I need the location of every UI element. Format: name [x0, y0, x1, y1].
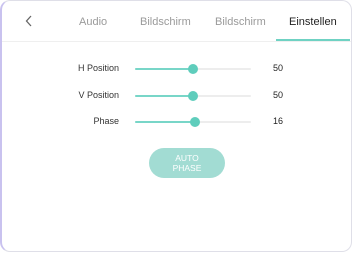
settings-panel: Audio Bildschirm Bildschirm Einstellen H… — [0, 0, 352, 252]
tab-einstellen[interactable]: Einstellen — [289, 15, 337, 29]
phase-slider[interactable] — [135, 116, 251, 128]
chevron-left-icon — [25, 15, 33, 27]
slider-fill — [135, 121, 196, 123]
active-tab-indicator — [276, 39, 350, 41]
slider-fill — [135, 95, 193, 97]
slider-thumb[interactable] — [190, 117, 201, 127]
tab-bar: Audio Bildschirm Bildschirm Einstellen — [2, 1, 351, 42]
slider-thumb[interactable] — [188, 91, 198, 101]
back-button[interactable] — [18, 11, 40, 31]
setting-label: Phase — [93, 116, 119, 126]
setting-row-phase: Phase 16 — [2, 114, 351, 130]
tab-audio[interactable]: Audio — [79, 15, 107, 29]
setting-value: 50 — [273, 90, 284, 100]
slider-thumb[interactable] — [188, 64, 198, 74]
setting-value: 16 — [273, 116, 284, 126]
auto-phase-button[interactable]: AUTO PHASE — [149, 148, 225, 178]
setting-label: V Position — [78, 90, 119, 100]
tab-bildschirm-1[interactable]: Bildschirm — [140, 15, 191, 29]
setting-row-h-position: H Position 50 — [2, 61, 351, 77]
setting-label: H Position — [77, 63, 119, 73]
h-position-slider[interactable] — [135, 63, 251, 75]
setting-row-v-position: V Position 50 — [2, 88, 351, 104]
auto-phase-label-line2: PHASE — [172, 163, 202, 173]
auto-phase-label-line1: AUTO — [175, 153, 199, 163]
tab-bildschirm-2[interactable]: Bildschirm — [215, 15, 266, 29]
v-position-slider[interactable] — [135, 90, 251, 102]
setting-value: 50 — [273, 63, 284, 73]
slider-fill — [135, 68, 193, 70]
